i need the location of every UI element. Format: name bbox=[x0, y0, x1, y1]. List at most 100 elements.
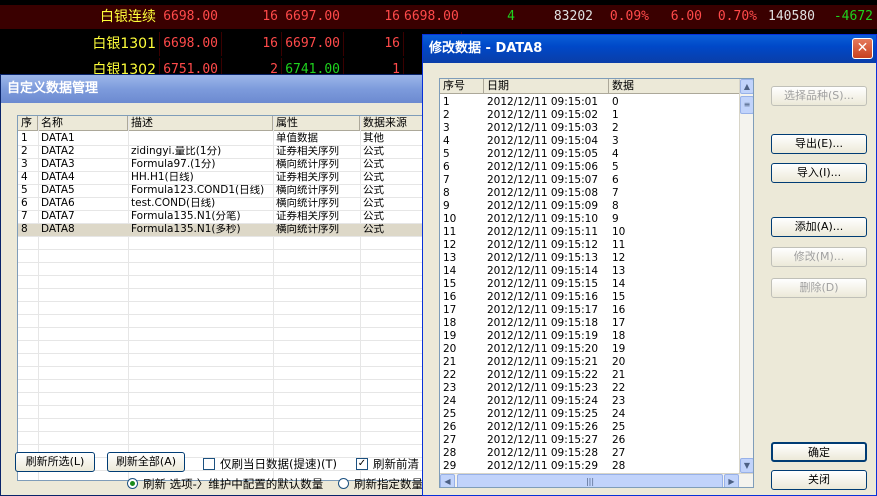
edit-list-cell: 21 bbox=[612, 369, 626, 381]
add-button[interactable]: 添加(A)... bbox=[771, 217, 867, 237]
edit-list-row[interactable]: 22 2012/12/11 09:15:22 21 bbox=[440, 369, 739, 382]
col-value[interactable]: 数据 bbox=[609, 79, 740, 94]
edit-list-row[interactable]: 5 2012/12/11 09:15:05 4 bbox=[440, 148, 739, 161]
data-list-row[interactable]: 8 DATA8 Formula135.N1(多秒) 横向统计序列 公式 bbox=[18, 223, 440, 236]
close-button[interactable]: 关闭 bbox=[771, 470, 867, 490]
data-list-cell: 证券相关序列 bbox=[276, 210, 339, 222]
vertical-scrollbar[interactable]: ▲ ≡ ▼ bbox=[739, 79, 753, 473]
data-list-row[interactable]: 5 DATA5 Formula123.COND1(日线) 横向统计序列 公式 bbox=[18, 184, 440, 197]
edit-list-row[interactable]: 1 2012/12/11 09:15:01 0 bbox=[440, 96, 739, 109]
edit-list-cell: 2012/12/11 09:15:24 bbox=[487, 395, 599, 407]
quote-cell: 0.09% bbox=[597, 5, 653, 29]
refresh-selected-button[interactable]: 刷新所选(L) bbox=[15, 452, 95, 472]
close-icon[interactable]: ✕ bbox=[852, 38, 873, 59]
edit-list-cell: 27 bbox=[443, 434, 457, 446]
data-list-row[interactable]: 3 DATA3 Formula97.(1分) 横向统计序列 公式 bbox=[18, 158, 440, 171]
edit-list-cell: 2012/12/11 09:15:20 bbox=[487, 343, 599, 355]
scroll-right-icon[interactable]: ▶ bbox=[724, 474, 739, 487]
data-list-cell: 证券相关序列 bbox=[276, 145, 339, 157]
quote-cell: 83202 bbox=[519, 5, 597, 29]
edit-list-row[interactable]: 26 2012/12/11 09:15:26 25 bbox=[440, 421, 739, 434]
edit-list-row[interactable]: 6 2012/12/11 09:15:06 5 bbox=[440, 161, 739, 174]
import-button[interactable]: 导入(I)... bbox=[771, 163, 867, 183]
ok-button[interactable]: 确定 bbox=[771, 442, 867, 462]
edit-list-row[interactable]: 4 2012/12/11 09:15:04 3 bbox=[440, 135, 739, 148]
default-count-radio[interactable] bbox=[127, 478, 138, 489]
data-list-cell: DATA1 bbox=[41, 132, 75, 144]
edit-list-row[interactable]: 21 2012/12/11 09:15:21 20 bbox=[440, 356, 739, 369]
modify-button[interactable]: 修改(M)... bbox=[771, 247, 867, 267]
edit-list-row[interactable]: 16 2012/12/11 09:15:16 15 bbox=[440, 291, 739, 304]
edit-list-cell: 2012/12/11 09:15:08 bbox=[487, 187, 599, 199]
edit-list-row[interactable]: 25 2012/12/11 09:15:25 24 bbox=[440, 408, 739, 421]
edit-list-cell: 20 bbox=[612, 356, 626, 368]
edit-list-cell: 2012/12/11 09:15:15 bbox=[487, 278, 599, 290]
edit-list-row[interactable]: 8 2012/12/11 09:15:08 7 bbox=[440, 187, 739, 200]
data-list-row[interactable]: 2 DATA2 zidingyi.量比(1分) 证券相关序列 公式 bbox=[18, 145, 440, 158]
edit-list-row[interactable]: 20 2012/12/11 09:15:20 19 bbox=[440, 343, 739, 356]
col-desc[interactable]: 描述 bbox=[128, 116, 273, 131]
quote-cell: 0.70% bbox=[706, 5, 761, 29]
select-symbol-button[interactable]: 选择品种(S)... bbox=[771, 86, 867, 106]
data-list-row[interactable]: 1 DATA1 单值数据 其他 bbox=[18, 132, 440, 145]
custom-count-radio[interactable] bbox=[338, 478, 349, 489]
edit-list-row[interactable]: 29 2012/12/11 09:15:29 28 bbox=[440, 460, 739, 473]
edit-list-row[interactable]: 15 2012/12/11 09:15:15 14 bbox=[440, 278, 739, 291]
edit-list-cell: 2012/12/11 09:15:23 bbox=[487, 382, 599, 394]
edit-list-cell: 22 bbox=[443, 369, 457, 381]
data-manager-window: 自定义数据管理 序 名称 描述 属性 数据来源 1 DATA1 单值数据 其他 2 DAT… bbox=[0, 74, 441, 496]
edit-list-cell: 14 bbox=[612, 278, 626, 290]
h-scroll-thumb[interactable]: ||| bbox=[457, 474, 723, 487]
data-list-row[interactable]: 6 DATA6 test.COND(日线) 横向统计序列 公式 bbox=[18, 197, 440, 210]
edit-list-row[interactable]: 12 2012/12/11 09:15:12 11 bbox=[440, 239, 739, 252]
scroll-up-icon[interactable]: ▲ bbox=[740, 79, 753, 94]
edit-list-cell: 18 bbox=[612, 330, 626, 342]
edit-list-cell: 29 bbox=[443, 460, 457, 472]
data-list-row[interactable]: 4 DATA4 HH.H1(日线) 证券相关序列 公式 bbox=[18, 171, 440, 184]
edit-list-cell: 2012/12/11 09:15:13 bbox=[487, 252, 599, 264]
col-seq[interactable]: 序号 bbox=[440, 79, 484, 94]
data-list-cell: DATA7 bbox=[41, 210, 75, 222]
horizontal-scrollbar[interactable]: ◀ ||| ▶ bbox=[440, 473, 753, 487]
edit-list-row[interactable]: 11 2012/12/11 09:15:11 10 bbox=[440, 226, 739, 239]
quote-row[interactable]: 白银连续 6698.00 16 6697.00 16 6698.00 4 832… bbox=[0, 5, 877, 29]
edit-list-row[interactable]: 3 2012/12/11 09:15:03 2 bbox=[440, 122, 739, 135]
scroll-thumb[interactable]: ≡ bbox=[740, 96, 753, 114]
data-manager-titlebar[interactable]: 自定义数据管理 bbox=[1, 75, 439, 103]
edit-list-row[interactable]: 14 2012/12/11 09:15:14 13 bbox=[440, 265, 739, 278]
col-name[interactable]: 名称 bbox=[38, 116, 128, 131]
edit-data-list[interactable]: 序号 日期 数据 1 2012/12/11 09:15:01 0 2 2012/12/1… bbox=[439, 78, 754, 488]
delete-button[interactable]: 删除(D) bbox=[771, 278, 867, 298]
edit-list-row[interactable]: 23 2012/12/11 09:15:23 22 bbox=[440, 382, 739, 395]
quote-cell: 16 bbox=[222, 5, 282, 29]
col-attr[interactable]: 属性 bbox=[273, 116, 360, 131]
edit-list-cell: 2012/12/11 09:15:14 bbox=[487, 265, 599, 277]
edit-data-titlebar[interactable]: 修改数据 - DATA8 bbox=[423, 35, 876, 63]
edit-list-row[interactable]: 13 2012/12/11 09:15:13 12 bbox=[440, 252, 739, 265]
scroll-left-icon[interactable]: ◀ bbox=[440, 474, 455, 487]
edit-list-cell: 3 bbox=[443, 122, 450, 134]
edit-list-row[interactable]: 19 2012/12/11 09:15:19 18 bbox=[440, 330, 739, 343]
edit-list-cell: 2012/12/11 09:15:09 bbox=[487, 200, 599, 212]
col-index[interactable]: 序 bbox=[18, 116, 38, 131]
edit-list-row[interactable]: 24 2012/12/11 09:15:24 23 bbox=[440, 395, 739, 408]
today-only-checkbox[interactable] bbox=[203, 458, 215, 470]
edit-list-row[interactable]: 7 2012/12/11 09:15:07 6 bbox=[440, 174, 739, 187]
col-date[interactable]: 日期 bbox=[484, 79, 609, 94]
edit-list-row[interactable]: 27 2012/12/11 09:15:27 26 bbox=[440, 434, 739, 447]
refresh-all-button[interactable]: 刷新全部(A) bbox=[107, 452, 185, 472]
edit-list-cell: 24 bbox=[612, 408, 626, 420]
edit-list-row[interactable]: 10 2012/12/11 09:15:10 9 bbox=[440, 213, 739, 226]
data-list-cell: Formula97.(1分) bbox=[131, 158, 216, 170]
edit-list-row[interactable]: 9 2012/12/11 09:15:09 8 bbox=[440, 200, 739, 213]
edit-list-row[interactable]: 18 2012/12/11 09:15:18 17 bbox=[440, 317, 739, 330]
edit-list-cell: 11 bbox=[612, 239, 626, 251]
data-list[interactable]: 序 名称 描述 属性 数据来源 1 DATA1 单值数据 其他 2 DATA2 ziding… bbox=[17, 115, 441, 481]
edit-list-row[interactable]: 2 2012/12/11 09:15:02 1 bbox=[440, 109, 739, 122]
edit-list-row[interactable]: 28 2012/12/11 09:15:28 27 bbox=[440, 447, 739, 460]
export-button[interactable]: 导出(E)... bbox=[771, 134, 867, 154]
clear-before-checkbox[interactable]: ✓ bbox=[356, 458, 368, 470]
edit-list-row[interactable]: 17 2012/12/11 09:15:17 16 bbox=[440, 304, 739, 317]
data-list-row[interactable]: 7 DATA7 Formula135.N1(分笔) 证券相关序列 公式 bbox=[18, 210, 440, 223]
scroll-down-icon[interactable]: ▼ bbox=[740, 458, 753, 473]
